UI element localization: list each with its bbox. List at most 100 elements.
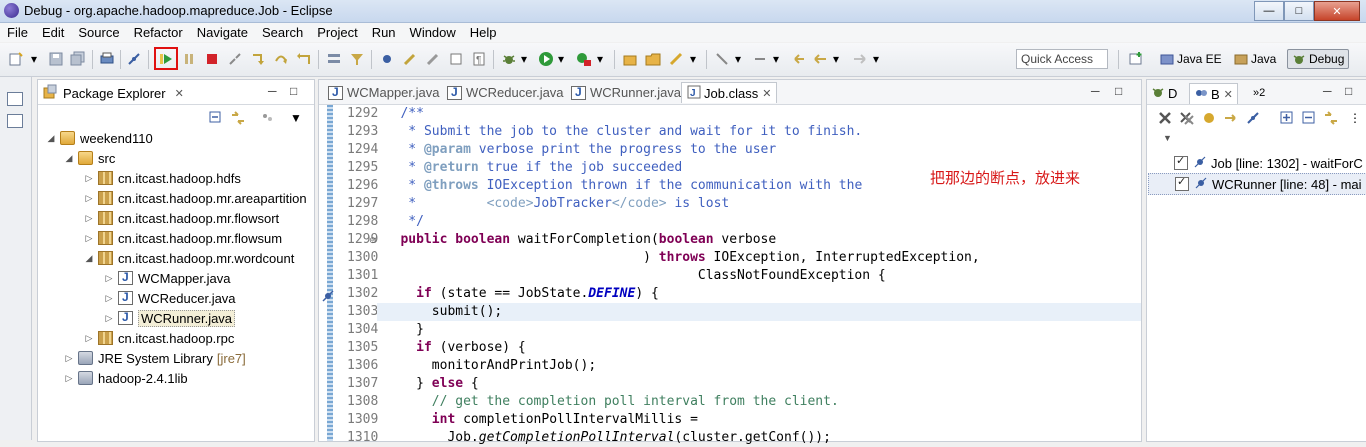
tree-item-library[interactable]: ▷ hadoop-2.4.1lib <box>64 368 188 388</box>
close-icon[interactable]: ✕ <box>762 87 771 100</box>
close-button[interactable]: ✕ <box>1314 1 1360 21</box>
chevron-down-icon[interactable]: ▼ <box>288 110 304 126</box>
collapsed-arrow-icon[interactable]: ▷ <box>84 193 94 204</box>
search-dropdown-icon[interactable]: ▾ <box>689 51 697 67</box>
tree-item-package[interactable]: ▷ cn.itcast.hadoop.rpc <box>84 328 235 348</box>
view-menu-icon[interactable]: ⋮ <box>1347 110 1363 126</box>
code-text-area[interactable]: /** * Submit the job to the cluster and … <box>377 105 1141 445</box>
link-with-editor-icon[interactable] <box>230 110 246 126</box>
tree-item-library[interactable]: ▷ JRE System Library [jre7] <box>64 348 246 368</box>
step-return-icon[interactable] <box>296 51 312 67</box>
tree-item-java-file[interactable]: ▷ WCMapper.java <box>104 268 231 288</box>
remove-all-breakpoints-icon[interactable] <box>1179 110 1195 126</box>
menu-edit[interactable]: Edit <box>35 25 71 40</box>
minimize-view-icon[interactable]: ─ <box>268 84 277 98</box>
tab-breakpoints[interactable]: B ✕ <box>1189 83 1238 104</box>
collapse-all-icon[interactable] <box>208 110 224 126</box>
view-menu-icon[interactable] <box>260 110 276 126</box>
close-icon[interactable]: ✕ <box>175 87 184 100</box>
breakpoint-marker-icon[interactable] <box>321 289 335 306</box>
step-over-icon[interactable] <box>273 51 289 67</box>
prev-annotation-icon[interactable] <box>752 51 768 67</box>
collapsed-arrow-icon[interactable]: ▷ <box>64 373 74 384</box>
last-edit-icon[interactable] <box>790 51 806 67</box>
expand-all-icon[interactable] <box>1279 110 1295 126</box>
quick-access-input[interactable]: Quick Access <box>1016 49 1108 69</box>
tree-item-java-file-selected[interactable]: ▷ WCRunner.java <box>104 308 236 328</box>
tree-item-package[interactable]: ▷ cn.itcast.hadoop.mr.flowsum <box>84 228 283 248</box>
editor-tab-wcmapper[interactable]: WCMapper.java <box>323 82 444 103</box>
menu-refactor[interactable]: Refactor <box>127 25 190 40</box>
maximize-button[interactable]: □ <box>1284 1 1314 21</box>
breakpoint-item[interactable]: Job [line: 1302] - waitForC <box>1148 153 1366 173</box>
editor-tab-wcrunner[interactable]: WCRunner.java <box>566 82 686 103</box>
back-icon[interactable] <box>812 51 828 67</box>
breakpoint-item-selected[interactable]: WCRunner [line: 48] - mai <box>1148 173 1366 195</box>
maximize-view-icon[interactable]: □ <box>1345 84 1352 98</box>
menu-source[interactable]: Source <box>71 25 126 40</box>
menu-search[interactable]: Search <box>255 25 310 40</box>
menu-window[interactable]: Window <box>403 25 463 40</box>
menu-help[interactable]: Help <box>463 25 504 40</box>
go-to-file-icon[interactable] <box>1223 110 1239 126</box>
search-icon[interactable] <box>668 51 684 67</box>
tab-package-explorer[interactable]: Package Explorer ✕ <box>42 83 184 103</box>
next-annotation-icon[interactable] <box>714 51 730 67</box>
menu-file[interactable]: File <box>0 25 35 40</box>
show-whitespace-icon[interactable]: ¶ <box>471 51 487 67</box>
use-step-filters-icon[interactable] <box>349 51 365 67</box>
perspective-java-ee[interactable]: Java EE <box>1156 49 1226 69</box>
open-perspective-icon[interactable] <box>1128 51 1144 67</box>
prev-annotation-dropdown-icon[interactable]: ▾ <box>772 51 780 67</box>
collapse-all-icon[interactable] <box>1301 110 1317 126</box>
tree-item-package[interactable]: ▷ cn.itcast.hadoop.mr.flowsort <box>84 208 280 228</box>
save-icon[interactable] <box>48 51 64 67</box>
maximize-view-icon[interactable]: □ <box>1115 84 1122 98</box>
run-dropdown-icon[interactable]: ▾ <box>557 51 565 67</box>
external-tools-dropdown-icon[interactable]: ▾ <box>596 51 604 67</box>
perspective-debug[interactable]: Debug <box>1287 49 1350 69</box>
remove-breakpoint-icon[interactable] <box>1157 110 1173 126</box>
restore-icon[interactable] <box>7 92 23 106</box>
tab-overflow[interactable]: »2 <box>1253 83 1265 103</box>
chevron-down-icon[interactable]: ▼ <box>1163 133 1172 143</box>
tree-item-package[interactable]: ◢ cn.itcast.hadoop.mr.wordcount <box>84 248 295 268</box>
breakpoint-enabled-checkbox[interactable] <box>1175 175 1189 191</box>
new-java-package-icon[interactable] <box>622 51 638 67</box>
collapsed-arrow-icon[interactable]: ▷ <box>104 313 114 324</box>
tree-item-java-file[interactable]: ▷ WCReducer.java <box>104 288 236 308</box>
tree-item-package[interactable]: ▷ cn.itcast.hadoop.mr.areapartition <box>84 188 307 208</box>
dropdown-icon[interactable]: ▾ <box>30 51 38 67</box>
print-icon[interactable] <box>99 51 115 67</box>
open-type-icon[interactable] <box>645 51 661 67</box>
back-dropdown-icon[interactable]: ▾ <box>832 51 840 67</box>
forward-icon[interactable] <box>852 51 868 67</box>
skip-all-breakpoints-icon[interactable] <box>1245 110 1261 126</box>
new-icon[interactable] <box>8 51 24 67</box>
minimize-view-icon[interactable]: ─ <box>1323 84 1332 98</box>
annotation-dropdown-icon[interactable]: ▾ <box>734 51 742 67</box>
debug-dropdown-icon[interactable]: ▾ <box>520 51 528 67</box>
menu-run[interactable]: Run <box>365 25 403 40</box>
minimized-view-icon[interactable] <box>7 114 23 128</box>
show-supported-icon[interactable] <box>1201 110 1217 126</box>
breakpoint-enabled-checkbox[interactable] <box>1174 154 1188 170</box>
resume-icon[interactable] <box>158 51 174 67</box>
block-selection-icon[interactable] <box>448 51 464 67</box>
skip-breakpoints-icon[interactable] <box>126 51 142 67</box>
mark-occurrences-icon[interactable] <box>425 51 441 67</box>
minimize-view-icon[interactable]: ─ <box>1091 84 1100 98</box>
collapsed-arrow-icon[interactable]: ▷ <box>84 213 94 224</box>
debug-icon[interactable] <box>501 51 517 67</box>
edit-icon[interactable] <box>402 51 418 67</box>
tree-item-project[interactable]: ◢ weekend110 <box>46 128 153 148</box>
tree-item-package[interactable]: ▷ cn.itcast.hadoop.hdfs <box>84 168 241 188</box>
link-with-debug-icon[interactable] <box>1323 110 1339 126</box>
run-icon[interactable] <box>538 51 554 67</box>
collapsed-arrow-icon[interactable]: ▷ <box>104 293 114 304</box>
step-into-icon[interactable] <box>250 51 266 67</box>
collapsed-arrow-icon[interactable]: ▷ <box>84 333 94 344</box>
expanded-arrow-icon[interactable]: ◢ <box>46 133 56 144</box>
minimize-button[interactable]: — <box>1254 1 1284 21</box>
close-icon[interactable]: ✕ <box>1224 88 1233 101</box>
